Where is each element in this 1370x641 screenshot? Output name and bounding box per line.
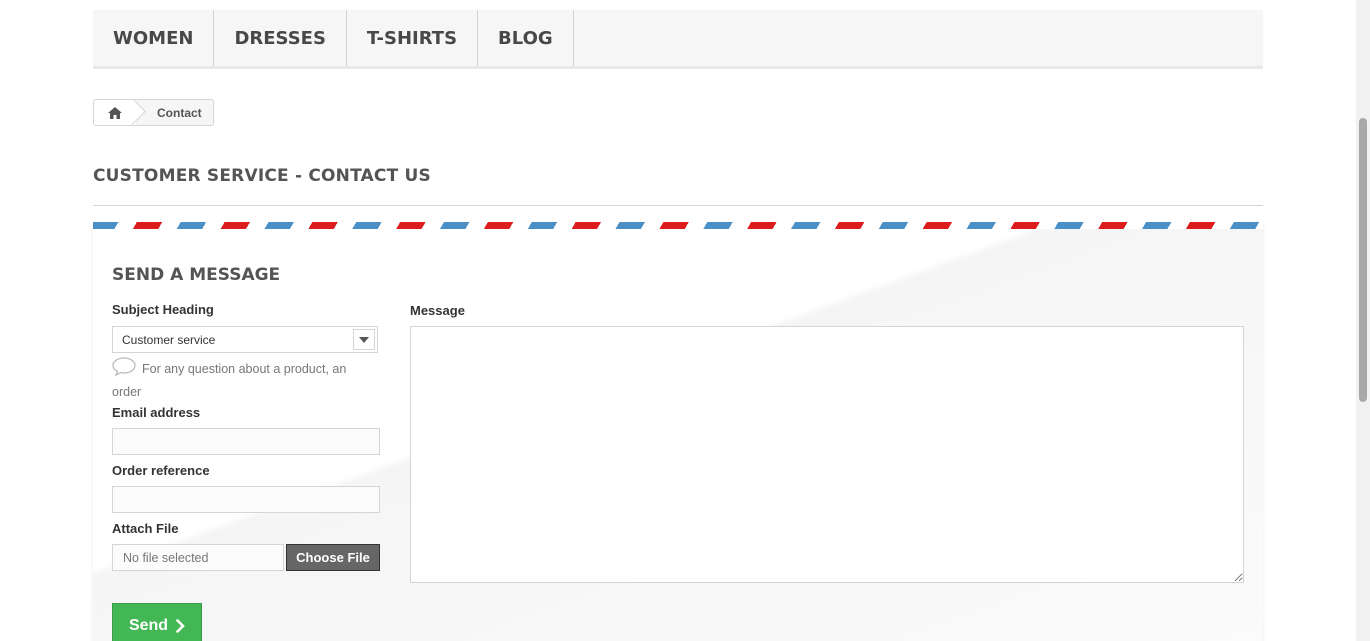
file-status: No file selected — [112, 544, 284, 571]
form-title: SEND A MESSAGE — [112, 265, 281, 285]
subject-hint: For any question about a product, an ord… — [112, 357, 362, 404]
menu-item-blog[interactable]: BLOG — [478, 10, 574, 66]
attach-file-label: Attach File — [112, 521, 179, 536]
file-upload: No file selected Choose File — [112, 544, 380, 571]
subject-label: Subject Heading — [112, 302, 214, 317]
top-menu: WOMEN DRESSES T-SHIRTS BLOG — [93, 10, 1263, 69]
email-field[interactable] — [112, 428, 380, 455]
choose-file-button[interactable]: Choose File — [286, 544, 380, 571]
breadcrumb: Contact — [93, 99, 214, 126]
order-reference-label: Order reference — [112, 463, 210, 478]
airmail-stripe — [93, 222, 1263, 229]
home-icon — [108, 106, 122, 119]
message-textarea[interactable] — [410, 326, 1244, 583]
message-label: Message — [410, 303, 465, 318]
send-button[interactable]: Send — [112, 603, 202, 641]
order-reference-field[interactable] — [112, 486, 380, 513]
breadcrumb-current: Contact — [157, 105, 202, 120]
vertical-scrollbar[interactable] — [1356, 0, 1370, 641]
contact-form-box: SEND A MESSAGE Subject Heading Customer … — [93, 222, 1263, 641]
breadcrumb-home-link[interactable] — [94, 100, 136, 125]
subject-select-value: Customer service — [122, 332, 216, 347]
chevron-down-icon[interactable] — [353, 329, 375, 350]
menu-item-women[interactable]: WOMEN — [93, 10, 215, 66]
subject-select[interactable]: Customer service — [112, 326, 378, 353]
page-title: CUSTOMER SERVICE - CONTACT US — [93, 166, 1263, 206]
menu-item-dresses[interactable]: DRESSES — [214, 10, 347, 66]
chevron-right-icon — [176, 618, 185, 633]
menu-item-tshirts[interactable]: T-SHIRTS — [347, 10, 479, 66]
send-button-label: Send — [128, 616, 169, 634]
scrollbar-thumb[interactable] — [1359, 118, 1367, 402]
email-label: Email address — [112, 405, 201, 420]
speech-bubble-icon — [112, 357, 136, 376]
